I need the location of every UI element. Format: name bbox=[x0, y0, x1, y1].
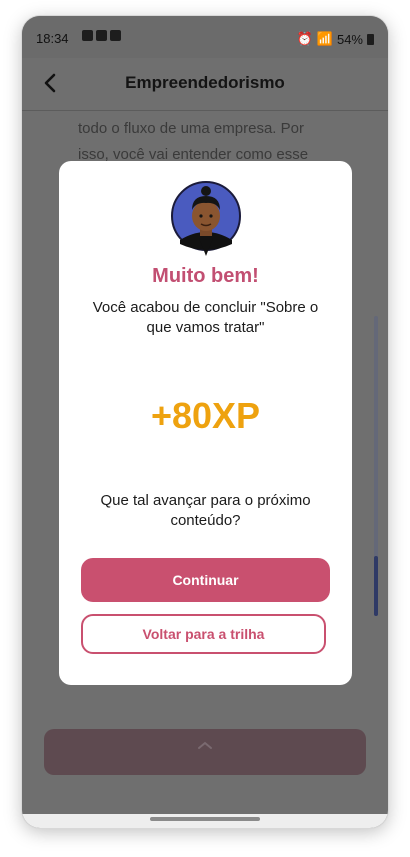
bottom-panel-handle[interactable] bbox=[44, 729, 366, 775]
avatar-icon bbox=[171, 181, 241, 256]
dialog-title: Muito bem! bbox=[152, 265, 259, 287]
lesson-text-line: todo o fluxo de uma empresa. Por bbox=[78, 120, 304, 137]
status-right: ⏰ 📶 54% bbox=[297, 31, 374, 47]
image-notification-icon bbox=[82, 30, 93, 41]
home-gesture-pill[interactable] bbox=[150, 817, 260, 821]
app-bar: Empreendedorismo bbox=[22, 58, 388, 111]
continue-button[interactable]: Continuar bbox=[81, 558, 330, 602]
next-content-question: Que tal avançar para o próximo conteúdo? bbox=[100, 492, 311, 529]
signal-icon: 📶 bbox=[316, 31, 333, 46]
system-nav-bar bbox=[22, 814, 388, 828]
check-notification-icon bbox=[96, 30, 107, 41]
app-notification-icon bbox=[110, 30, 121, 41]
page-title: Empreendedorismo bbox=[125, 73, 285, 92]
xp-reward: +80XP bbox=[150, 395, 261, 436]
notification-icons bbox=[82, 30, 121, 41]
completion-dialog: Muito bem! Você acabou de concluir "Sobr… bbox=[59, 161, 352, 685]
scrollbar-thumb[interactable] bbox=[374, 556, 378, 616]
status-bar: 18:34 ⏰ 📶 54% bbox=[22, 16, 388, 58]
chevron-up-icon bbox=[198, 741, 212, 749]
back-to-trail-button[interactable]: Voltar para a trilha bbox=[81, 614, 326, 654]
battery-level: 54% bbox=[336, 31, 363, 47]
battery-icon bbox=[367, 33, 374, 45]
dialog-message: Você acabou de concluir "Sobre o que vam… bbox=[92, 299, 319, 336]
status-time: 18:34 bbox=[36, 31, 69, 46]
alarm-icon: ⏰ bbox=[296, 31, 313, 46]
